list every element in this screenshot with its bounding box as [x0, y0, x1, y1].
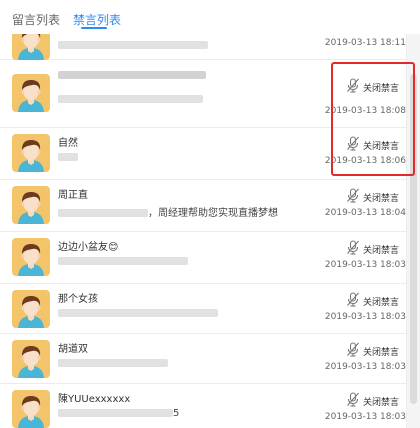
muted-mic-icon [346, 342, 360, 360]
list-item: 关闭禁言 2019-03-13 18:11 [0, 34, 406, 60]
unmute-label: 关闭禁言 [363, 398, 400, 408]
unmute-label: 关闭禁言 [363, 348, 400, 358]
user-name: 自然 [58, 134, 78, 149]
unmute-button[interactable]: 关闭禁言 [346, 392, 406, 408]
avatar [12, 34, 50, 60]
user-name [58, 70, 206, 81]
blurred-message [58, 153, 78, 161]
unmute-label: 关闭禁言 [363, 194, 400, 204]
unmute-button[interactable]: 关闭禁言 [346, 292, 406, 308]
avatar [12, 238, 50, 276]
timestamp: 2019-03-13 18:03 [324, 412, 406, 422]
avatar [12, 340, 50, 378]
unmute-label: 关闭禁言 [363, 298, 400, 308]
avatar [12, 186, 50, 224]
timestamp: 2019-03-13 18:03 [324, 362, 406, 372]
muted-mic-icon [346, 292, 360, 310]
message-text [58, 152, 78, 163]
tab-bar: 留言列表 禁言列表 [0, 0, 420, 34]
blurred-message [58, 257, 188, 265]
active-tab-indicator [81, 27, 107, 29]
unmute-label: 关闭禁言 [363, 246, 400, 256]
user-name: 陳YUUexxxxxx [58, 390, 130, 405]
message-text: 5 [58, 408, 179, 419]
tab-message-list[interactable]: 留言列表 [12, 11, 60, 28]
blurred-message [58, 409, 173, 417]
user-name-text: 自然 [58, 138, 78, 149]
user-name: 那个女孩 [58, 290, 98, 305]
blurred-message [58, 359, 168, 367]
blurred-message [58, 209, 148, 217]
blurred-message [58, 41, 208, 49]
message-text [58, 256, 188, 267]
user-name-text: 边边小盆友😊 [58, 242, 119, 253]
user-name-text: 陳YUUexxxxxx [58, 394, 131, 405]
list-item: 那个女孩 关闭禁言 2019-03-13 18:03 [0, 284, 406, 334]
user-name: 周正直 [58, 186, 88, 201]
unmute-button[interactable]: 关闭禁言 [346, 240, 406, 256]
unmute-button[interactable]: 关闭禁言 [346, 188, 406, 204]
message-text [58, 358, 168, 369]
muted-mic-icon [346, 240, 360, 258]
muted-mic-icon [346, 188, 360, 206]
user-name-text: 胡道双 [58, 344, 88, 355]
avatar [12, 290, 50, 328]
avatar [12, 134, 50, 172]
list-item: 周正直 ，周经理帮助您实现直播梦想 关闭禁言 2019-03-13 18:04 [0, 180, 406, 232]
timestamp: 2019-03-13 18:03 [324, 312, 406, 322]
timestamp: 2019-03-13 18:11 [324, 38, 406, 48]
user-name: 边边小盆友😊 [58, 238, 118, 253]
message-text [58, 94, 203, 105]
avatar [12, 74, 50, 112]
highlight-box [331, 62, 415, 176]
message-text [58, 40, 208, 51]
message-visible-text: 5 [173, 408, 180, 419]
message-text [58, 308, 218, 319]
message-visible-text: ，周经理帮助您实现直播梦想 [148, 208, 278, 219]
tab-mute-list[interactable]: 禁言列表 [73, 11, 121, 28]
list-item: 胡道双 关闭禁言 2019-03-13 18:03 [0, 334, 406, 384]
list-item: 陳YUUexxxxxx 5 关闭禁言 2019-03-13 18:03 [0, 384, 406, 428]
blurred-message [58, 95, 203, 103]
timestamp: 2019-03-13 18:04 [324, 208, 406, 218]
user-name: 胡道双 [58, 340, 88, 355]
blurred-name [58, 71, 206, 79]
blurred-message [58, 309, 218, 317]
user-name-text: 那个女孩 [58, 294, 98, 305]
list-item: 边边小盆友😊 关闭禁言 2019-03-13 18:03 [0, 232, 406, 284]
message-text: ，周经理帮助您实现直播梦想 [58, 204, 278, 219]
avatar [12, 390, 50, 428]
timestamp: 2019-03-13 18:03 [324, 260, 406, 270]
user-name-text: 周正直 [58, 190, 88, 201]
muted-mic-icon [346, 392, 360, 410]
unmute-button[interactable]: 关闭禁言 [346, 342, 406, 358]
